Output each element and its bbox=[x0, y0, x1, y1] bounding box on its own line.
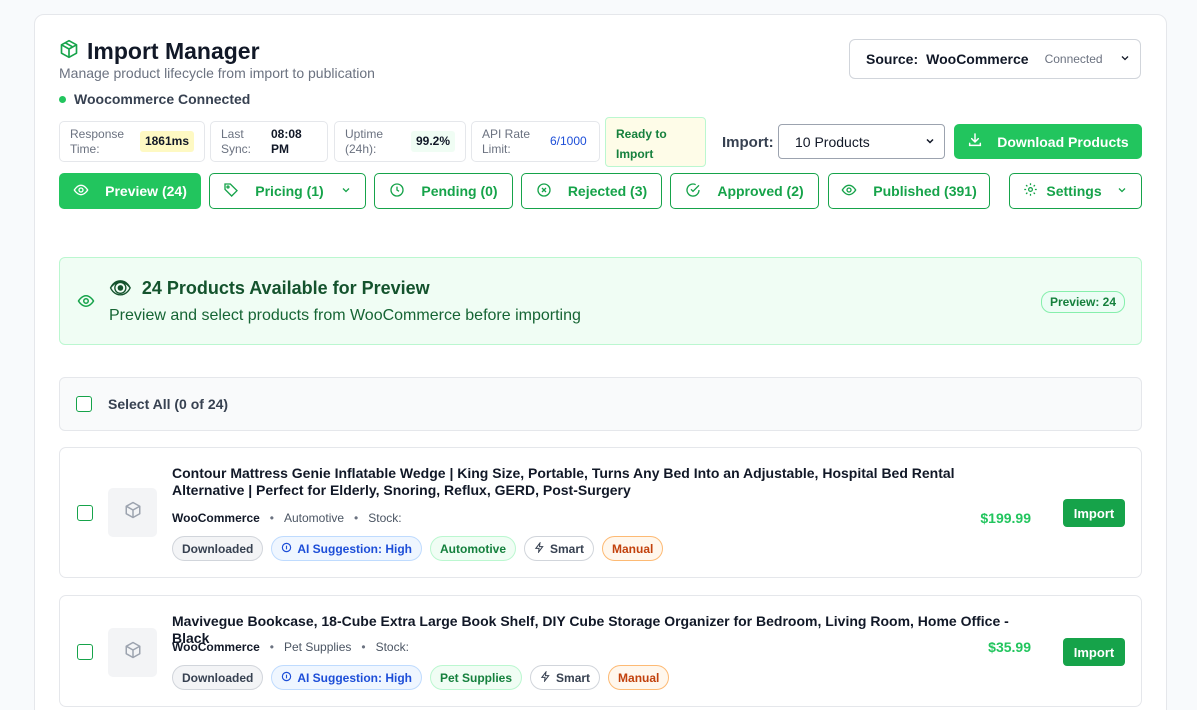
tag-smart: Smart bbox=[530, 665, 601, 690]
tag-manual: Manual bbox=[602, 536, 664, 561]
tab-rejected[interactable]: Rejected (3) bbox=[521, 173, 662, 209]
import-count-select[interactable]: 10 Products bbox=[778, 124, 945, 159]
product-name: Contour Mattress Genie Inflatable Wedge … bbox=[172, 465, 955, 498]
info-icon bbox=[281, 542, 292, 556]
tab-pending[interactable]: Pending (0) bbox=[374, 173, 513, 209]
product-tags: Downloaded AI Suggestion: High Pet Suppl… bbox=[172, 665, 670, 690]
product-meta: WooCommerce • Pet Supplies • Stock: bbox=[172, 640, 409, 654]
api-rate-value: 6/1000 bbox=[550, 134, 587, 148]
select-all-row: Select All (0 of 24) bbox=[59, 377, 1142, 431]
lightning-icon bbox=[534, 540, 545, 556]
lightning-icon bbox=[540, 669, 551, 685]
tag-ai-suggestion: AI Suggestion: High bbox=[271, 665, 422, 690]
product-card: Contour Mattress Genie Inflatable Wedge … bbox=[59, 447, 1142, 578]
banner-title: 👁 24 Products Available for Preview bbox=[109, 278, 430, 298]
chevron-down-icon bbox=[1116, 183, 1128, 199]
package-icon bbox=[124, 501, 142, 524]
ready-to-import-status: Ready to Import bbox=[605, 117, 706, 167]
stat-uptime: Uptime (24h): 99.2% bbox=[334, 121, 466, 162]
package-icon bbox=[59, 39, 79, 64]
response-time-value: 1861ms bbox=[139, 131, 194, 152]
tag-icon bbox=[223, 182, 239, 201]
eye-emoji-icon: 👁 bbox=[109, 278, 132, 298]
product-card: Mavivegue Bookcase, 18-Cube Extra Large … bbox=[59, 595, 1142, 707]
tab-settings[interactable]: Settings bbox=[1009, 173, 1142, 209]
package-icon bbox=[124, 641, 142, 664]
clock-icon bbox=[389, 182, 405, 201]
uptime-value: 99.2% bbox=[410, 131, 455, 152]
tag-category: Automotive bbox=[430, 536, 516, 561]
tab-published[interactable]: Published (391) bbox=[828, 173, 990, 209]
tag-ai-suggestion: AI Suggestion: High bbox=[271, 536, 422, 561]
title-row: Import Manager bbox=[59, 38, 260, 65]
product-meta: WooCommerce • Automotive • Stock: bbox=[172, 511, 402, 525]
tab-approved[interactable]: Approved (2) bbox=[670, 173, 819, 209]
info-icon bbox=[281, 671, 292, 685]
product-tags: Downloaded AI Suggestion: High Automotiv… bbox=[172, 536, 664, 561]
chevron-down-icon bbox=[340, 183, 352, 199]
tab-pricing[interactable]: Pricing (1) bbox=[209, 173, 366, 209]
check-circle-icon bbox=[685, 182, 701, 201]
page-title: Import Manager bbox=[87, 38, 260, 64]
product-checkbox[interactable] bbox=[77, 644, 93, 660]
source-value: WooCommerce bbox=[926, 51, 1029, 67]
status-dot-icon bbox=[59, 95, 66, 103]
source-label: Source: bbox=[866, 51, 919, 67]
eye-icon bbox=[73, 182, 89, 201]
chevron-down-icon bbox=[1119, 51, 1131, 67]
select-all-checkbox[interactable] bbox=[76, 396, 92, 412]
product-price: $199.99 bbox=[980, 510, 1031, 526]
product-price: $35.99 bbox=[988, 639, 1031, 655]
connection-status: Woocommerce Connected bbox=[59, 91, 250, 107]
source-status: Connected bbox=[1044, 52, 1103, 66]
eye-icon bbox=[841, 182, 857, 201]
product-thumbnail bbox=[108, 488, 157, 537]
stat-last-sync: Last Sync: 08:08 PM bbox=[210, 121, 328, 162]
preview-count-badge: Preview: 24 bbox=[1040, 291, 1125, 313]
tag-manual: Manual bbox=[608, 665, 670, 690]
eye-icon bbox=[77, 292, 95, 315]
stat-response-time: Response Time: 1861ms bbox=[59, 121, 205, 162]
stat-api-rate: API Rate Limit: 6/1000 bbox=[471, 121, 600, 162]
import-button[interactable]: Import bbox=[1063, 499, 1125, 527]
source-selector[interactable]: Source: WooCommerce Connected bbox=[849, 39, 1141, 79]
tag-downloaded: Downloaded bbox=[172, 536, 264, 561]
select-all-label: Select All (0 of 24) bbox=[108, 396, 229, 412]
preview-banner: 👁 24 Products Available for Preview Prev… bbox=[59, 257, 1142, 345]
last-sync-value: 08:08 PM bbox=[271, 126, 302, 156]
x-circle-icon bbox=[536, 182, 552, 201]
product-thumbnail bbox=[108, 628, 157, 677]
import-label: Import: bbox=[722, 134, 774, 151]
tag-downloaded: Downloaded bbox=[172, 665, 264, 690]
import-button[interactable]: Import bbox=[1063, 638, 1125, 666]
tag-category: Pet Supplies bbox=[430, 665, 523, 690]
banner-text: Preview and select products from WooComm… bbox=[109, 307, 581, 324]
page-subtitle: Manage product lifecycle from import to … bbox=[59, 65, 375, 81]
product-checkbox[interactable] bbox=[77, 505, 93, 521]
gear-icon bbox=[1023, 182, 1038, 200]
chevron-down-icon bbox=[924, 134, 936, 150]
tag-smart: Smart bbox=[524, 536, 595, 561]
download-products-button[interactable]: Download Products bbox=[954, 124, 1142, 159]
download-icon bbox=[967, 132, 983, 151]
tab-preview[interactable]: Preview (24) bbox=[59, 173, 201, 209]
